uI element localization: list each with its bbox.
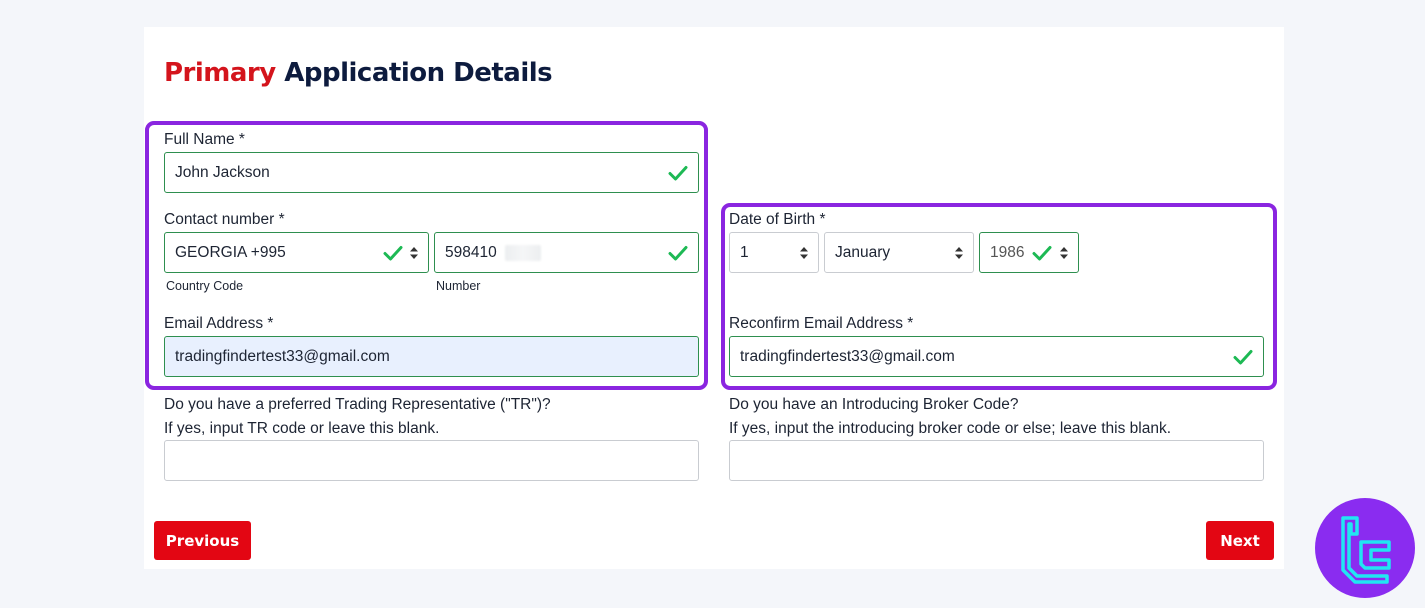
reconfirm-email-value: tradingfindertest33@gmail.com [740, 347, 955, 365]
select-arrows-icon [800, 247, 808, 259]
dob-month-select[interactable]: January [824, 232, 974, 273]
ib-question: Do you have an Introducing Broker Code? [729, 396, 1019, 413]
country-code-select[interactable]: GEORGIA +995 [164, 232, 429, 273]
check-icon [668, 246, 688, 261]
dob-year-select[interactable]: 1986 [979, 232, 1079, 273]
email-value: tradingfindertest33@gmail.com [175, 347, 390, 365]
full-name-input[interactable]: John Jackson [164, 152, 699, 193]
tradingfinder-logo-icon [1341, 516, 1391, 584]
page-title-rest: Application Details [284, 58, 553, 88]
tr-code-input[interactable] [164, 440, 699, 481]
check-icon [1233, 350, 1253, 365]
full-name-label: Full Name * [164, 131, 245, 148]
next-button[interactable]: Next [1206, 521, 1274, 560]
select-arrows-icon [410, 247, 418, 259]
tr-question: Do you have a preferred Trading Represen… [164, 396, 551, 413]
ib-hint: If yes, input the introducing broker cod… [729, 420, 1171, 437]
email-label: Email Address * [164, 315, 274, 332]
country-code-value: GEORGIA +995 [175, 243, 286, 261]
select-arrows-icon [1060, 247, 1068, 259]
dob-month-value: January [835, 243, 891, 261]
check-icon [1032, 246, 1052, 261]
country-code-sublabel: Country Code [166, 279, 244, 293]
phone-number-input[interactable]: 598410 [434, 232, 699, 273]
contact-number-label: Contact number * [164, 211, 285, 228]
dob-label: Date of Birth * [729, 211, 826, 228]
previous-button[interactable]: Previous [154, 521, 251, 560]
number-sublabel: Number [436, 279, 481, 293]
check-icon [668, 166, 688, 181]
ib-code-input[interactable] [729, 440, 1264, 481]
blurred-digits [505, 245, 541, 261]
dob-day-select[interactable]: 1 [729, 232, 819, 273]
check-icon [383, 246, 403, 261]
dob-day-value: 1 [740, 243, 749, 261]
email-input[interactable]: tradingfindertest33@gmail.com [164, 336, 699, 377]
page-title: Primary Application Details [164, 58, 553, 88]
dob-year-value: 1986 [990, 243, 1025, 261]
reconfirm-email-label: Reconfirm Email Address * [729, 315, 914, 332]
tr-hint: If yes, input TR code or leave this blan… [164, 420, 440, 437]
full-name-value: John Jackson [175, 163, 270, 181]
brand-logo [1315, 498, 1415, 598]
phone-number-value: 598410 [445, 243, 497, 261]
select-arrows-icon [955, 247, 963, 259]
form-card [144, 27, 1284, 569]
reconfirm-email-input[interactable]: tradingfindertest33@gmail.com [729, 336, 1264, 377]
page-title-accent: Primary [164, 58, 276, 88]
